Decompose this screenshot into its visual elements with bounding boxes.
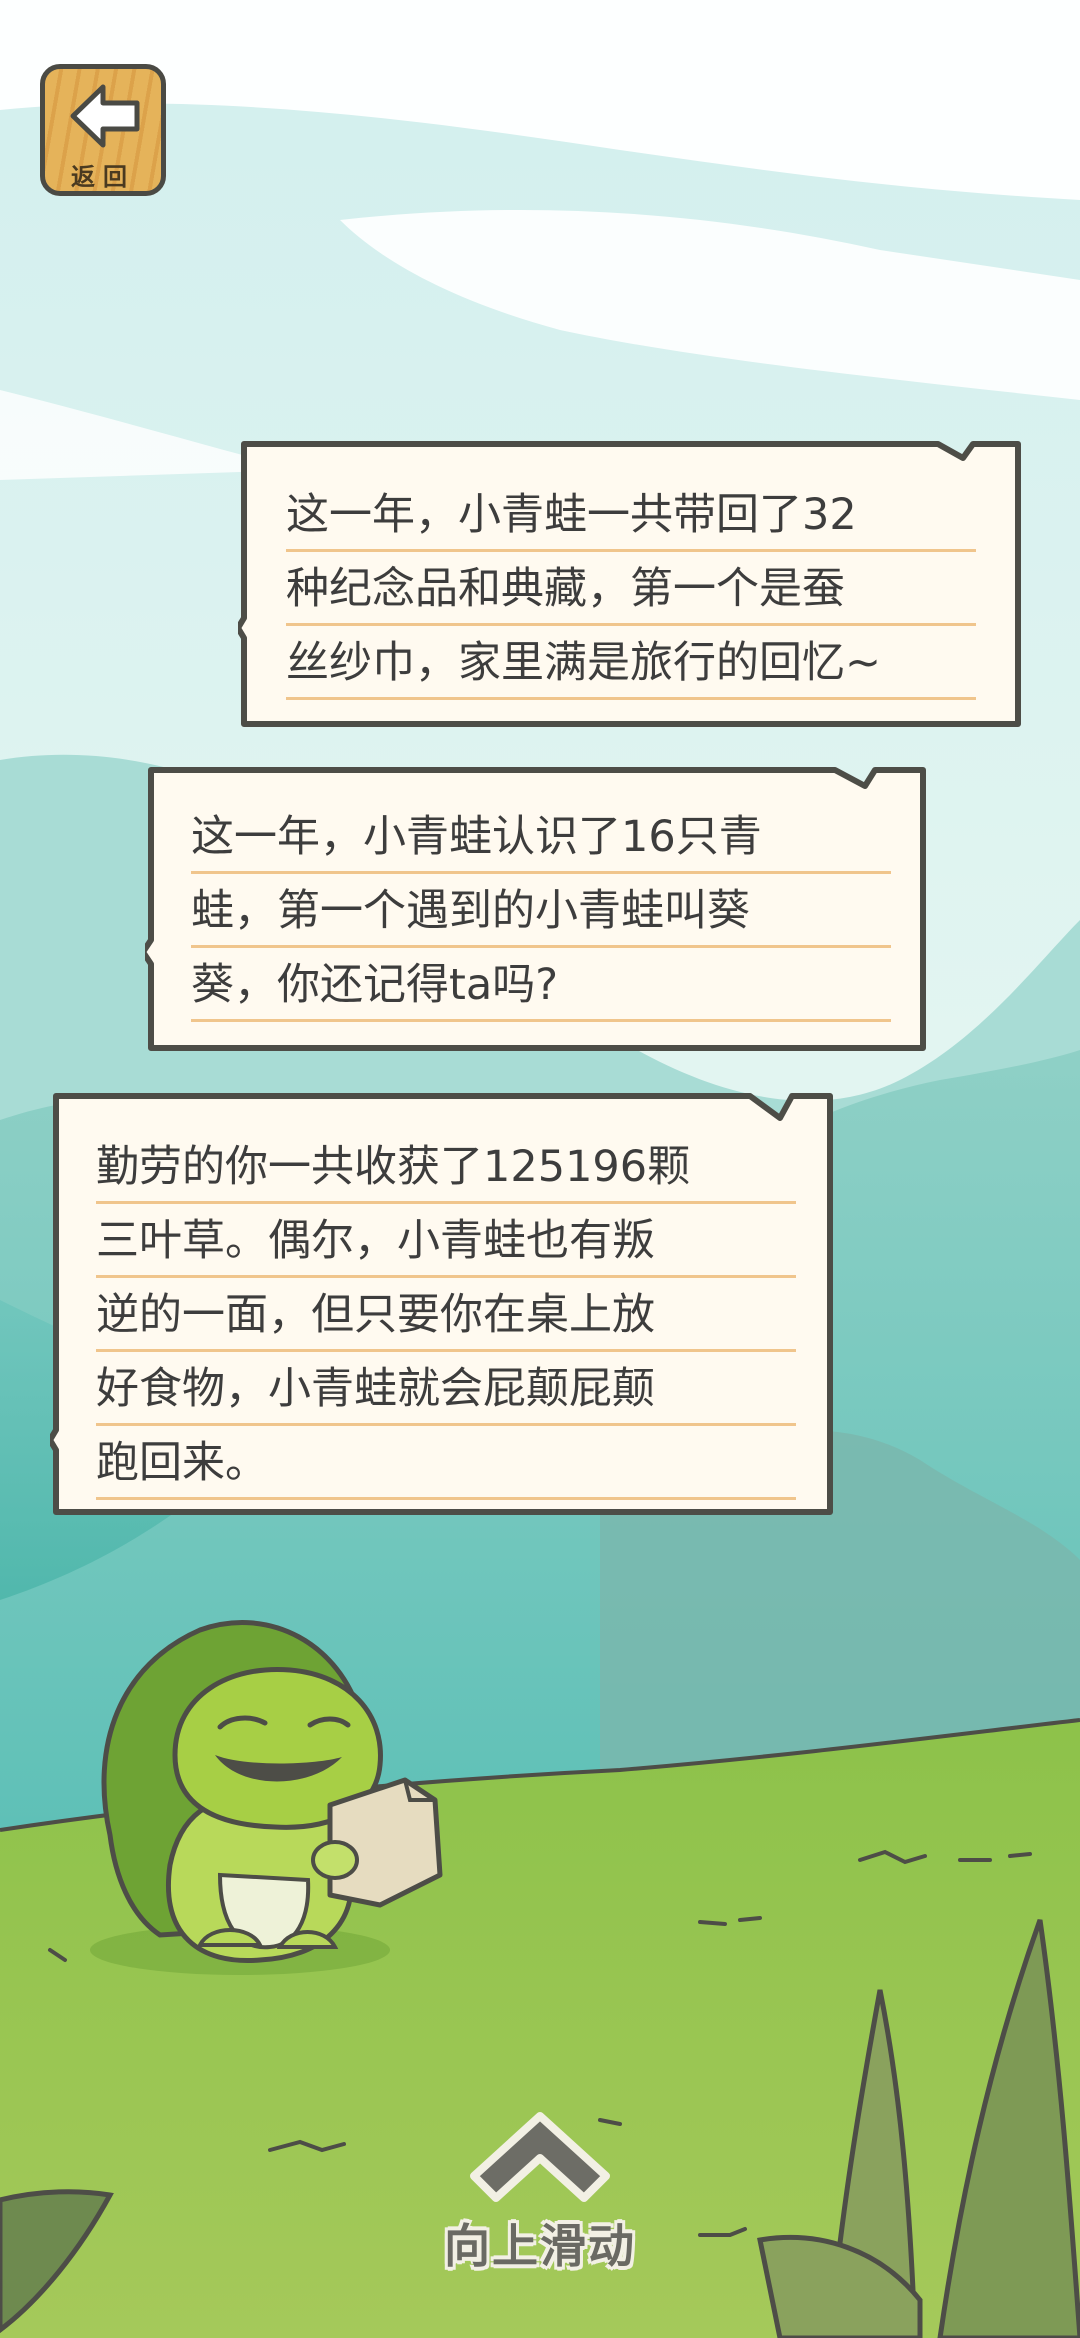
bubble-text-line: 葵，你还记得ta吗? (191, 948, 891, 1022)
story-scene: 返回 这一年，小青蛙一共带回了32 种纪念品和典藏，第一个是蚕 丝纱巾，家里满是… (0, 0, 1080, 2338)
back-button-label: 返回 (71, 163, 135, 191)
bubble-text-line: 三叶草。偶尔，小青蛙也有叛 (96, 1204, 796, 1278)
bubble-text-line: 跑回来。 (96, 1426, 796, 1500)
story-bubble: 这一年，小青蛙认识了16只青 蛙，第一个遇到的小青蛙叫葵 葵，你还记得ta吗? (145, 764, 929, 1054)
story-bubble: 这一年，小青蛙一共带回了32 种纪念品和典藏，第一个是蚕 丝纱巾，家里满是旅行的… (238, 438, 1024, 730)
bubble-text-line: 蛙，第一个遇到的小青蛙叫葵 (191, 874, 891, 948)
arrow-left-icon (70, 84, 140, 148)
bubble-text-line: 勤劳的你一共收获了125196颗 (96, 1130, 796, 1204)
bubble-text-line: 种纪念品和典藏，第一个是蚕 (286, 552, 976, 626)
bubble-text-line: 这一年，小青蛙一共带回了32 (286, 478, 976, 552)
frog-reading-illustration (90, 1620, 443, 1975)
bubble-text-line: 丝纱巾，家里满是旅行的回忆~ (286, 626, 976, 700)
story-bubble: 勤劳的你一共收获了125196颗 三叶草。偶尔，小青蛙也有叛 逆的一面，但只要你… (50, 1090, 836, 1518)
bubble-text-line: 这一年，小青蛙认识了16只青 (191, 800, 891, 874)
swipe-up-label: 向上滑动 (444, 2219, 636, 2273)
back-button[interactable]: 返回 (40, 64, 166, 196)
bubble-text-line: 好食物，小青蛙就会屁颠屁颠 (96, 1352, 796, 1426)
swipe-up-hint[interactable]: 向上滑动 (420, 2110, 660, 2280)
bubble-text-line: 逆的一面，但只要你在桌上放 (96, 1278, 796, 1352)
chevron-up-icon (470, 2112, 610, 2202)
